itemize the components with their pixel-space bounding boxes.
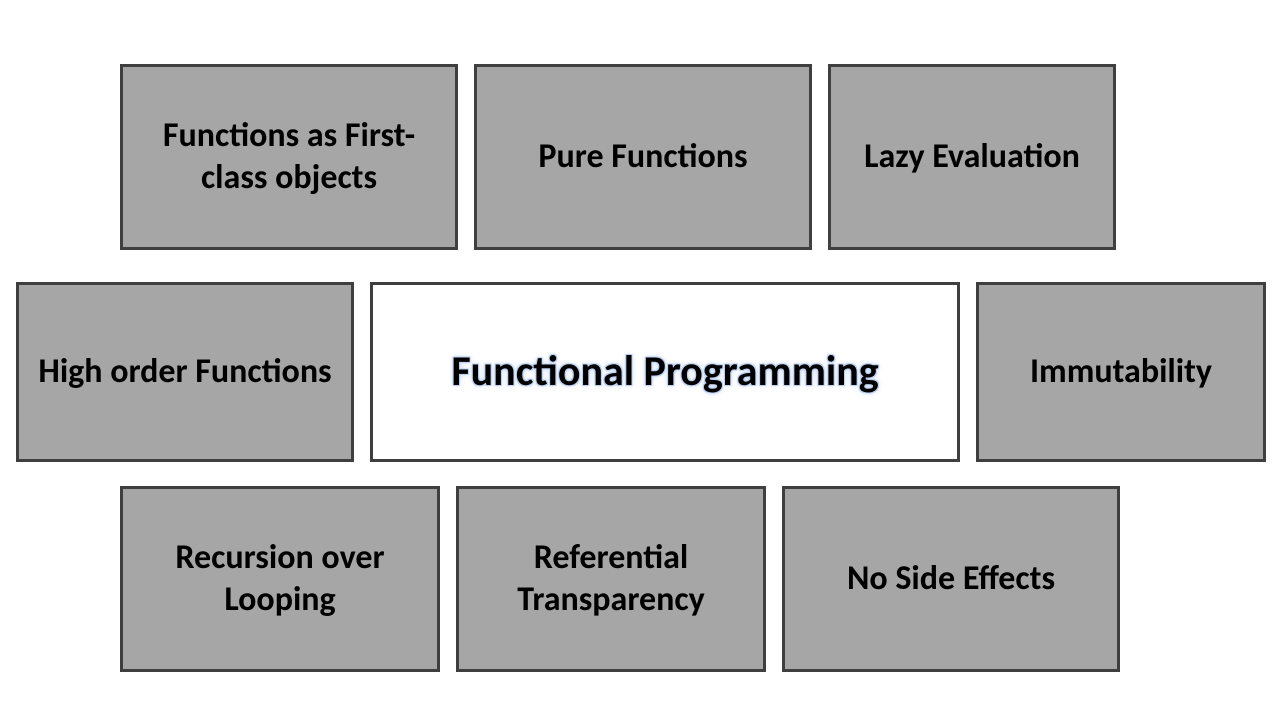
- box-immutability: Immutability: [976, 282, 1266, 462]
- box-high-order-functions: High order Functions: [16, 282, 354, 462]
- box-no-side-effects: No Side Effects: [782, 486, 1120, 672]
- box-functions-first-class: Functions as First-class objects: [120, 64, 458, 250]
- box-center-title: Functional Programming: [370, 282, 960, 462]
- box-referential-transparency: Referential Transparency: [456, 486, 766, 672]
- center-title-text: Functional Programming: [451, 346, 878, 399]
- box-lazy-evaluation: Lazy Evaluation: [828, 64, 1116, 250]
- box-pure-functions: Pure Functions: [474, 64, 812, 250]
- box-recursion-over-looping: Recursion over Looping: [120, 486, 440, 672]
